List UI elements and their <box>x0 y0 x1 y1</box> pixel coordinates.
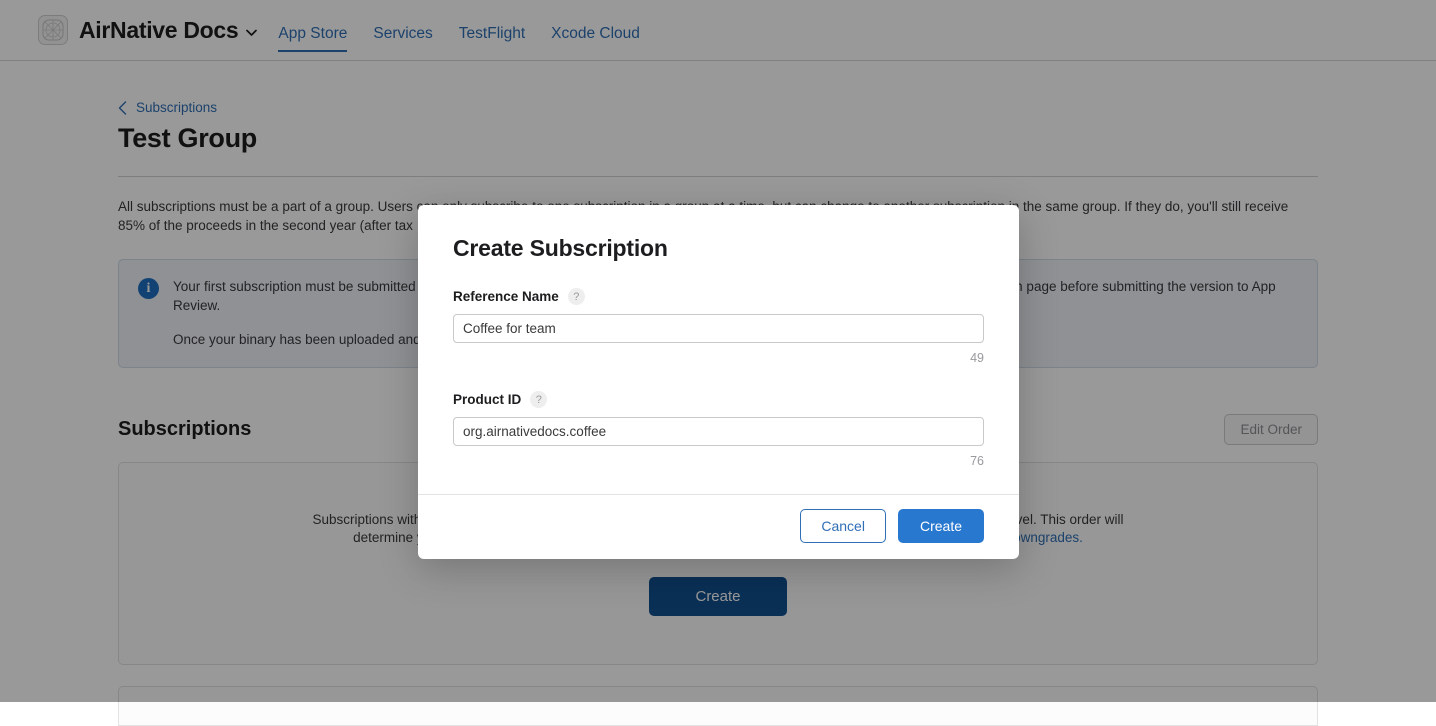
reference-name-input[interactable] <box>453 314 984 343</box>
dialog-footer: Cancel Create <box>418 494 1019 559</box>
cancel-button[interactable]: Cancel <box>800 509 886 543</box>
page-root: AirNative Docs App Store Services TestFl… <box>0 0 1436 702</box>
product-id-counter: 76 <box>453 454 984 468</box>
dialog-create-button[interactable]: Create <box>898 509 984 543</box>
dialog-title: Create Subscription <box>453 235 984 262</box>
create-subscription-dialog: Create Subscription Reference Name ? 49 … <box>418 205 1019 559</box>
reference-name-counter: 49 <box>453 351 984 365</box>
product-id-field-group: Product ID ? 76 <box>453 391 984 468</box>
product-id-input[interactable] <box>453 417 984 446</box>
reference-name-field-group: Reference Name ? 49 <box>453 288 984 365</box>
help-circle-icon-reference-name[interactable]: ? <box>568 288 585 305</box>
help-circle-icon-product-id[interactable]: ? <box>530 391 547 408</box>
reference-name-label: Reference Name <box>453 289 559 304</box>
product-id-label: Product ID <box>453 392 521 407</box>
